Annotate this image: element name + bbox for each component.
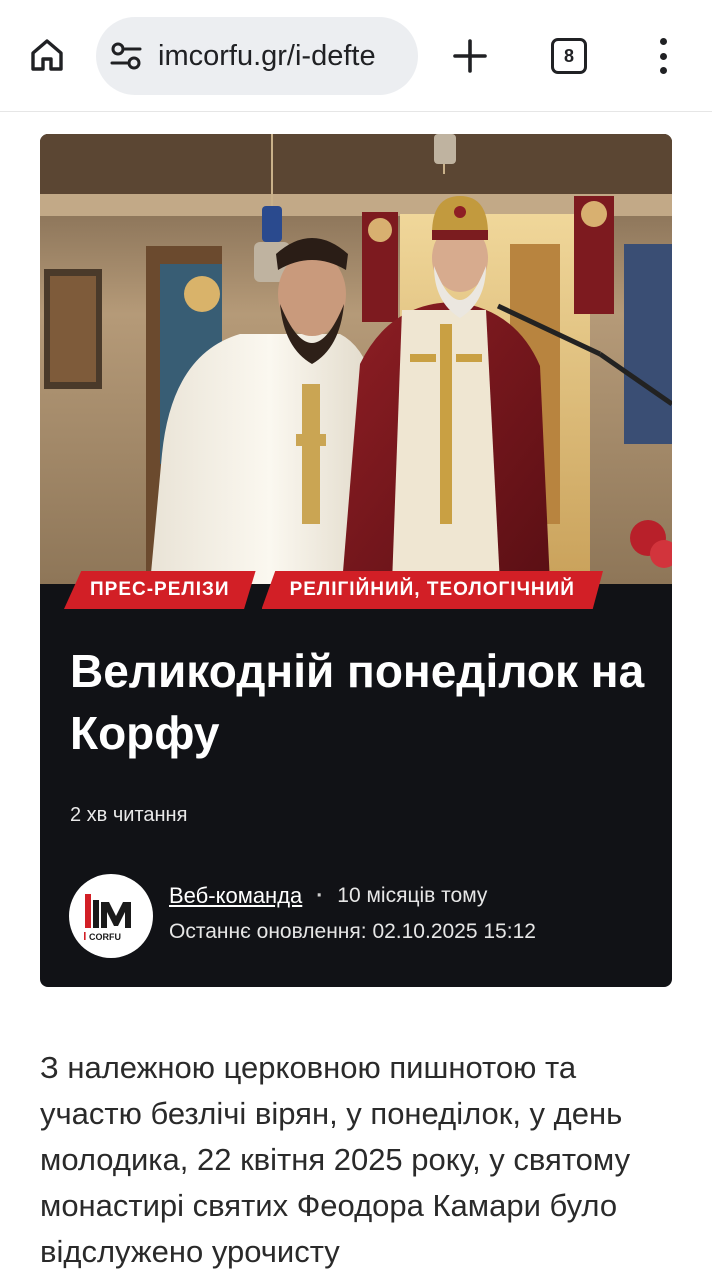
author-avatar[interactable]: CORFU [69, 874, 153, 958]
author-link[interactable]: Веб-команда [169, 883, 302, 909]
last-updated: Останнє оновлення: 02.10.2025 15:12 [169, 920, 536, 943]
hero-image[interactable] [40, 134, 672, 584]
tab-count: 8 [563, 45, 574, 66]
article-title: Великодній понеділок на Корфу [70, 645, 645, 759]
author-meta: Веб-команда · 10 місяців тому Останнє он… [169, 880, 649, 944]
tag-religious-theological[interactable]: РЕЛІГІЙНИЙ, ТЕОЛОГІЧНИЙ [261, 571, 603, 609]
url-text[interactable]: imcorfu.gr/i-defte [158, 17, 406, 95]
menu-dot [659, 52, 667, 60]
posted-time: 10 місяців тому [337, 884, 488, 907]
browser-toolbar: imcorfu.gr/i-defte 8 [0, 0, 712, 112]
new-tab-button[interactable] [448, 34, 492, 78]
svg-text:CORFU: CORFU [89, 932, 121, 942]
menu-dot [659, 38, 667, 45]
article-card: ПРЕС-РЕЛІЗИ РЕЛІГІЙНИЙ, ТЕОЛОГІЧНИЙ Вели… [40, 134, 672, 987]
site-settings-icon[interactable] [110, 41, 142, 71]
author-line: Веб-команда · 10 місяців тому [169, 880, 649, 912]
author-block: CORFU Веб-команда · 10 місяців тому Оста… [69, 874, 649, 958]
home-button[interactable] [26, 34, 68, 76]
menu-dot [659, 67, 667, 74]
tag-list: ПРЕС-РЕЛІЗИ РЕЛІГІЙНИЙ, ТЕОЛОГІЧНИЙ [64, 571, 603, 609]
menu-button[interactable] [648, 36, 678, 76]
address-bar[interactable]: imcorfu.gr/i-defte [96, 17, 418, 95]
separator-dot: · [316, 884, 324, 907]
read-time: 2 хв читання [70, 804, 188, 826]
imcorfu-logo-icon: CORFU [84, 894, 131, 942]
tag-press-releases[interactable]: ПРЕС-РЕЛІЗИ [64, 571, 256, 609]
home-icon [31, 39, 63, 71]
article-body-paragraph: З належною церковною пишнотою та участю … [40, 1050, 631, 1269]
tab-switcher-button[interactable]: 8 [551, 38, 587, 74]
hero-photo [40, 134, 672, 584]
plus-icon [453, 39, 487, 73]
